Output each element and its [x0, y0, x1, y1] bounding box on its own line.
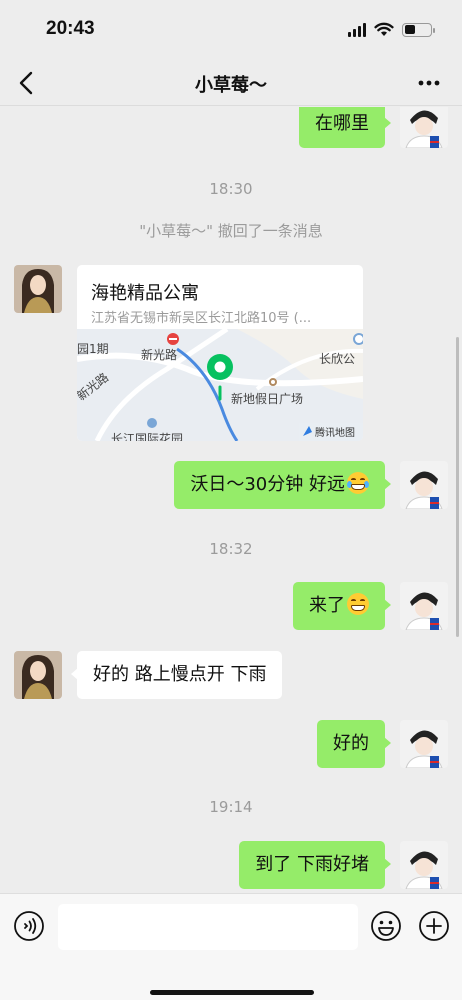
nav-bar: 小草莓～	[0, 60, 462, 106]
map-label-phase: 园1期	[77, 342, 109, 356]
avatar-contact[interactable]	[14, 265, 62, 313]
avatar-self[interactable]	[400, 841, 448, 889]
map-preview[interactable]: 园1期 新光路 新光路 长欣公 新地假日广场 长江国际花园 腾讯地图	[77, 329, 363, 441]
emoji-icon[interactable]	[370, 910, 402, 942]
map-label-place: 长江国际花园	[111, 431, 183, 441]
timestamp: 18:30	[209, 180, 253, 198]
status-bar: 20:43	[0, 0, 462, 60]
status-icons	[348, 22, 435, 37]
map-label-road: 新光路	[141, 347, 177, 362]
location-card[interactable]: 海艳精品公寓 江苏省无锡市新吴区长江北路10号 (... 园1期 新光路 新光路…	[77, 265, 363, 441]
avatar-self[interactable]	[400, 720, 448, 768]
status-time: 20:43	[46, 18, 95, 39]
message-bubble-sent[interactable]: 来了	[293, 582, 391, 630]
avatar-self[interactable]	[400, 582, 448, 630]
battery-level	[404, 25, 415, 34]
recall-notice: "小草莓～" 撤回了一条消息	[139, 222, 323, 240]
avatar-self[interactable]	[400, 461, 448, 509]
message-input[interactable]	[58, 904, 358, 950]
timestamp: 19:14	[209, 798, 253, 816]
message-bubble-sent[interactable]: 好的	[317, 720, 391, 768]
laugh-cry-emoji-icon	[347, 472, 369, 494]
home-indicator	[150, 990, 314, 995]
voice-icon[interactable]	[13, 910, 45, 942]
grin-emoji-icon	[347, 593, 369, 615]
message-text: 来了	[309, 595, 345, 616]
battery-icon	[402, 22, 435, 37]
message-bubble-sent[interactable]: 在哪里	[299, 107, 391, 148]
location-name: 海艳精品公寓	[91, 283, 199, 304]
signal-icon	[348, 22, 366, 37]
avatar-self[interactable]	[400, 107, 448, 148]
message-bubble-received[interactable]: 好的 路上慢点开 下雨	[70, 651, 283, 699]
map-label-place: 新地假日广场	[231, 391, 303, 406]
timestamp: 18:32	[209, 540, 253, 558]
avatar-contact[interactable]	[14, 651, 62, 699]
chat-area[interactable]: 在哪里 18:30 "小草莓～" 撤回了一条消息 海艳精品公寓 江苏省无锡市新吴…	[0, 107, 462, 893]
wifi-icon	[374, 22, 394, 36]
map-label-place: 长欣公	[319, 352, 355, 366]
message-bubble-sent[interactable]: 沃日～30分钟 好远	[174, 461, 391, 509]
chat-title: 小草莓～	[195, 75, 267, 96]
plus-icon[interactable]	[418, 910, 450, 942]
location-address: 江苏省无锡市新吴区长江北路10号 (...	[91, 311, 312, 326]
input-bar	[0, 893, 462, 1000]
map-provider: 腾讯地图	[315, 426, 355, 439]
message-text: 沃日～30分钟 好远	[190, 474, 345, 495]
scrollbar[interactable]	[456, 337, 459, 637]
more-dots-icon[interactable]	[416, 70, 442, 96]
message-bubble-sent[interactable]: 到了 下雨好堵	[239, 841, 391, 889]
